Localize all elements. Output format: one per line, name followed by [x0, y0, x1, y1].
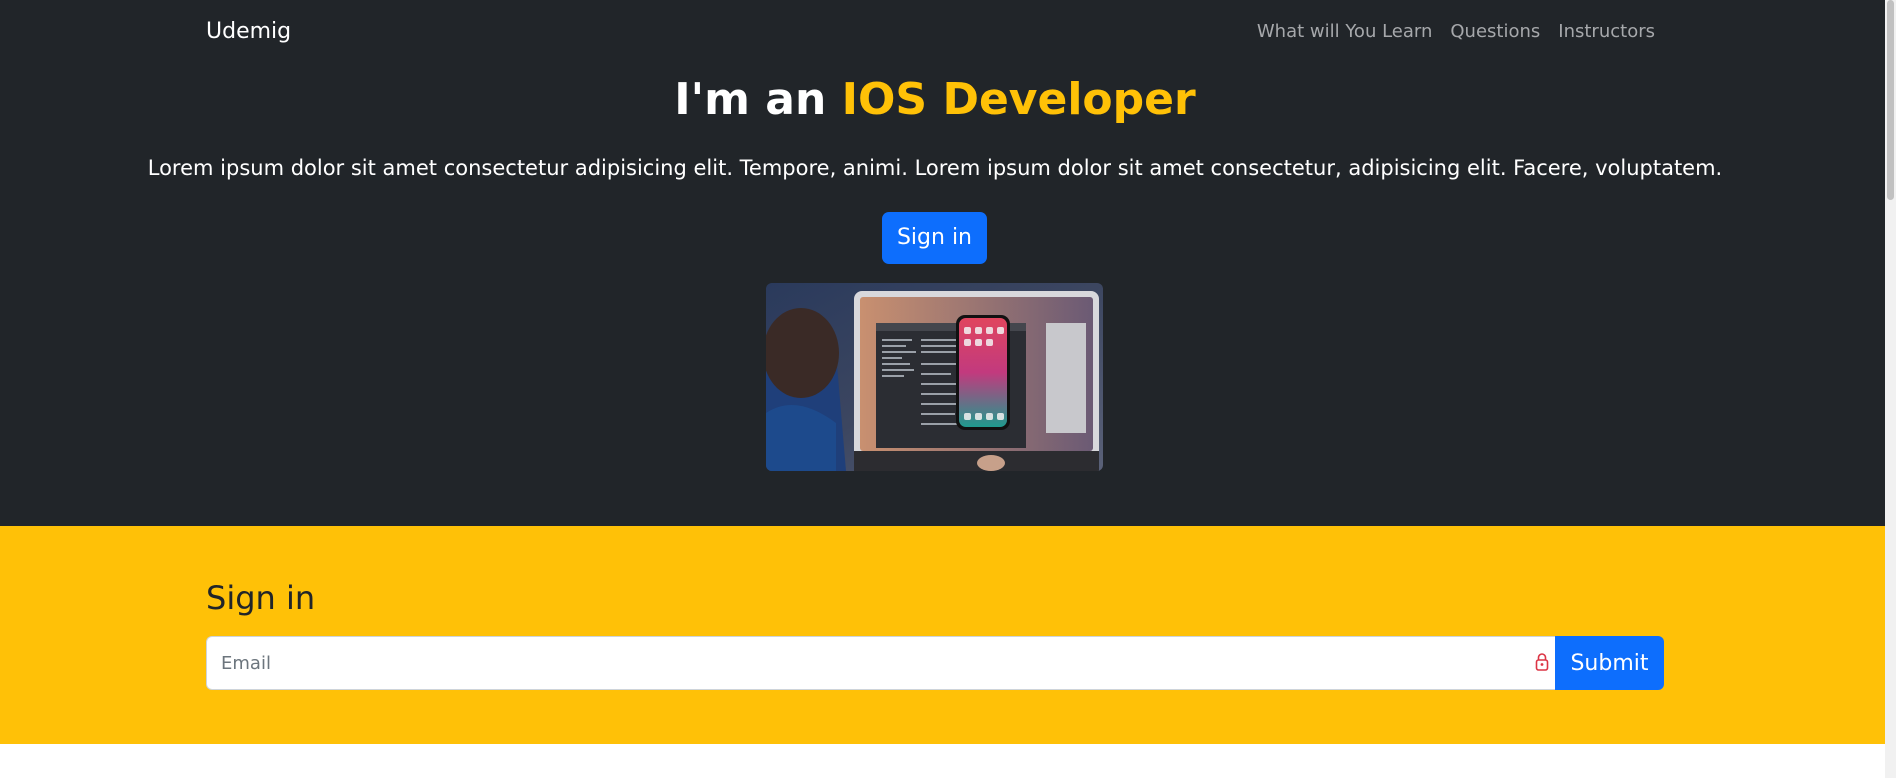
hero-lead-text: Lorem ipsum dolor sit amet consectetur a…	[147, 156, 1723, 180]
brand-logo-link[interactable]: Udemig	[206, 17, 291, 47]
hero-title-accent: IOS Developer	[841, 74, 1196, 125]
navbar: Udemig What will You Learn Questions Ins…	[0, 0, 1885, 64]
nav-links: What will You Learn Questions Instructor…	[1257, 19, 1655, 45]
submit-button[interactable]: Submit	[1555, 636, 1664, 690]
hero-title-prefix: I'm an	[674, 74, 827, 125]
sign-in-section: Sign in Submit	[0, 526, 1885, 744]
sign-in-heading: Sign in	[206, 579, 316, 617]
nav-link-what-will-you-learn[interactable]: What will You Learn	[1257, 19, 1433, 45]
hero-sign-in-button[interactable]: Sign in	[882, 212, 987, 264]
lock-icon	[1535, 653, 1549, 671]
hero-image-laptop-iphone	[766, 283, 1103, 471]
nav-link-instructors[interactable]: Instructors	[1558, 19, 1655, 45]
nav-link-questions[interactable]: Questions	[1450, 19, 1540, 45]
hero-title: I'm an IOS Developer	[0, 70, 1870, 130]
email-input[interactable]	[206, 636, 1555, 690]
scrollbar-thumb[interactable]	[1887, 0, 1894, 200]
hero-section: Udemig What will You Learn Questions Ins…	[0, 0, 1885, 526]
